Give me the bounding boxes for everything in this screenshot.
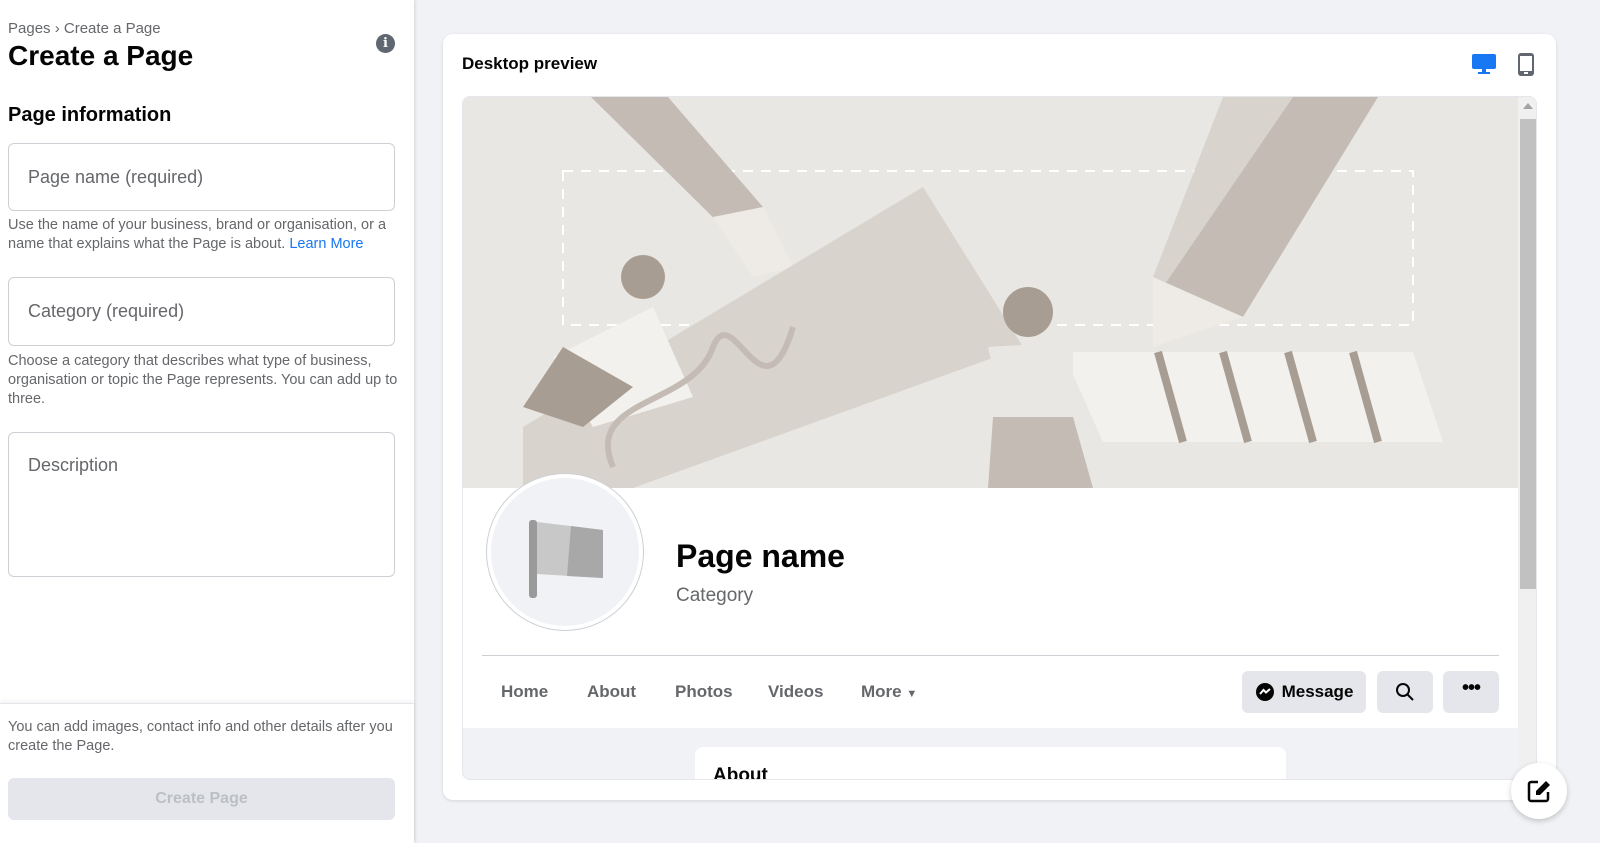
message-label: Message: [1281, 682, 1354, 701]
cover-illustration: [463, 97, 1518, 488]
profile-picture[interactable]: [487, 474, 643, 630]
search-button[interactable]: [1377, 671, 1433, 713]
caret-down-icon: ▼: [906, 688, 918, 700]
info-icon[interactable]: i: [376, 34, 395, 53]
ellipsis-icon: •••: [1461, 677, 1481, 699]
preview-title: Desktop preview: [462, 54, 598, 73]
scrollbar-thumb[interactable]: [1520, 119, 1536, 589]
mobile-icon[interactable]: [1517, 52, 1535, 78]
tab-more[interactable]: More ▼: [861, 682, 917, 702]
about-heading: About: [713, 765, 768, 780]
tab-about[interactable]: About: [587, 682, 636, 702]
breadcrumb-current: Create a Page: [63, 20, 161, 37]
page-title: Create a Page: [8, 40, 194, 71]
footer-note: You can add images, contact info and oth…: [8, 719, 393, 754]
search-icon: [1396, 683, 1414, 701]
page-preview-frame: Page name Category Home About Photos Vid…: [462, 96, 1537, 780]
tab-more-label: More: [861, 682, 902, 701]
learn-more-link[interactable]: Learn More: [289, 236, 363, 252]
category-input[interactable]: Category (required): [8, 277, 395, 346]
breadcrumb-separator: ›: [54, 20, 60, 37]
desktop-icon[interactable]: [1471, 52, 1497, 76]
description-textarea[interactable]: Description: [8, 432, 395, 577]
category-help: Choose a category that describes what ty…: [8, 353, 398, 407]
page-name-input[interactable]: Page name (required): [8, 143, 395, 211]
tab-photos[interactable]: Photos: [675, 682, 733, 702]
page-name-help: Use the name of your business, brand or …: [8, 217, 387, 252]
more-options-button[interactable]: •••: [1443, 671, 1499, 713]
section-heading: Page information: [8, 104, 172, 126]
tab-home[interactable]: Home: [501, 682, 548, 702]
about-card: About: [695, 747, 1286, 780]
create-page-button[interactable]: Create Page: [8, 778, 395, 820]
create-page-panel: Pages › Create a Page Create a Page i Pa…: [0, 0, 414, 843]
breadcrumb-pages[interactable]: Pages: [8, 20, 51, 37]
messenger-icon: [1255, 683, 1274, 701]
compose-button[interactable]: [1511, 763, 1567, 819]
edit-icon: [1527, 780, 1550, 803]
divider: [482, 655, 1499, 656]
flag-icon: [529, 520, 603, 598]
scrollbar[interactable]: [1518, 97, 1536, 779]
tab-videos[interactable]: Videos: [768, 682, 823, 702]
profile-section: Page name Category Home About Photos Vid…: [463, 474, 1518, 728]
scroll-up-icon[interactable]: [1523, 103, 1533, 109]
breadcrumb: Pages › Create a Page: [8, 20, 161, 37]
page-category: Category: [676, 585, 754, 606]
message-button[interactable]: Message: [1242, 671, 1366, 713]
page-name: Page name: [676, 538, 845, 574]
